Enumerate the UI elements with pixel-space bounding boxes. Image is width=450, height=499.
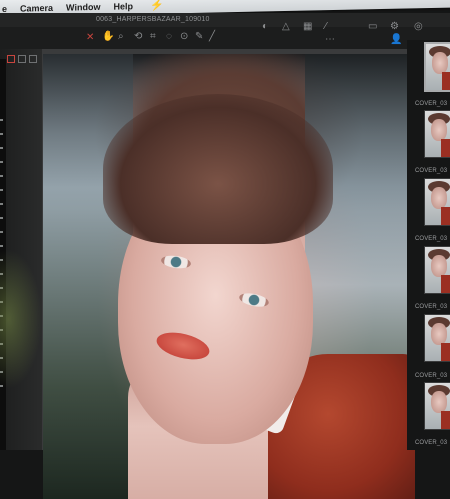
pan-icon[interactable]: ✋ (102, 32, 114, 42)
thumbnail-label: COVER_03 (415, 168, 448, 174)
select-icon[interactable]: ✕ (86, 33, 94, 43)
menu-item-help[interactable]: Help (111, 1, 135, 11)
thumbnail-item[interactable] (424, 42, 450, 92)
thumbnail-item[interactable] (424, 246, 450, 294)
crop-icon[interactable]: ⌗ (150, 32, 156, 42)
settings-icon[interactable]: ⚙ (390, 22, 399, 32)
keystone-icon[interactable]: ⊙ (180, 32, 188, 42)
thumbnail-browser: COVER_03 COVER_03 COVER_03 COVER_03 COVE… (407, 40, 450, 450)
thumbnail-label: COVER_03 (415, 304, 448, 310)
eyedropper-icon[interactable]: ⁄ (325, 22, 327, 32)
thumbnail-item[interactable] (424, 178, 450, 226)
user-icon[interactable]: ◎ (414, 22, 423, 32)
thumbnail-item[interactable] (424, 110, 450, 158)
thumbnail-label: COVER_03 (415, 101, 448, 107)
single-view-icon[interactable] (7, 55, 15, 63)
thumbnail-label: COVER_03 (415, 373, 448, 379)
thumbnail-item[interactable] (424, 314, 450, 362)
image-viewer[interactable] (42, 49, 415, 499)
warning-icon[interactable]: △ (282, 22, 290, 32)
spot-removal-icon[interactable]: ✎ (195, 32, 203, 42)
photo-hair (103, 94, 333, 244)
user-profile-icon[interactable]: 👤 (390, 35, 402, 45)
thumbnail-label: COVER_03 (415, 236, 448, 242)
thumbnail-item[interactable] (424, 382, 450, 430)
rotate-icon[interactable]: ⟲ (134, 32, 142, 42)
straighten-icon[interactable]: ◌ (166, 32, 172, 42)
exposure-icon[interactable]: ◐ (262, 22, 268, 32)
portrait-photo (43, 54, 415, 499)
bolt-icon[interactable]: ⚡ (150, 0, 164, 12)
guides-icon[interactable]: ⋯ (325, 35, 335, 45)
zoom-icon[interactable]: ⌕ (118, 32, 124, 42)
menu-item-camera[interactable]: Camera (18, 2, 55, 13)
grid-icon[interactable]: ▦ (303, 22, 312, 32)
screen-glare (0, 249, 42, 389)
picker-icon[interactable]: ╱ (209, 32, 215, 42)
grid-view-icon[interactable] (29, 55, 37, 63)
proof-icon[interactable]: ▭ (368, 22, 377, 32)
menu-item-app[interactable]: e (0, 3, 9, 13)
viewer-layout-selector (7, 55, 37, 63)
window-filename: 0063_HARPERSBAZAAR_109010 (96, 16, 210, 23)
thumbnail-label: COVER_03 (415, 440, 448, 446)
left-tool-palette (0, 49, 42, 450)
toolbar: ✕ ✋ ⌕ ⟲ ⌗ ◌ ⊙ ✎ ╱ ◐ △ ▦ ⁄ ⋯ ▭ ⚙ ◎ 👤 (0, 22, 450, 50)
split-view-icon[interactable] (18, 55, 26, 63)
menu-item-window[interactable]: Window (64, 1, 102, 12)
window-title-bar: 0063_HARPERSBAZAAR_109010 (0, 13, 450, 27)
